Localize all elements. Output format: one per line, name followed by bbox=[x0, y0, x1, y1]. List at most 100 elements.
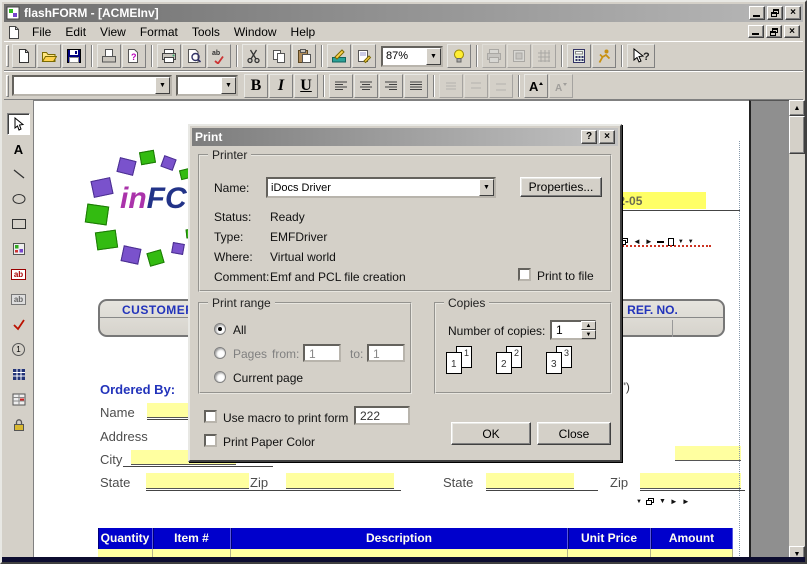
printer-name-label: Name: bbox=[214, 181, 249, 195]
paste-button[interactable] bbox=[292, 44, 316, 68]
col-item: Item # bbox=[153, 528, 231, 549]
printer-combobox[interactable]: iDocs Driver ▼ bbox=[266, 177, 496, 198]
use-macro-checkbox[interactable] bbox=[204, 410, 217, 423]
col-unit-price: Unit Price bbox=[568, 528, 651, 549]
print-preview-button[interactable] bbox=[182, 44, 206, 68]
context-help-button[interactable]: ? bbox=[627, 44, 655, 68]
calculator-button[interactable] bbox=[567, 44, 591, 68]
properties-button[interactable]: Properties... bbox=[520, 177, 602, 197]
form-design-button[interactable] bbox=[327, 44, 351, 68]
range-pages-radio[interactable] bbox=[214, 347, 226, 359]
font-combobox[interactable]: ▼ bbox=[12, 75, 172, 96]
zoom-combobox[interactable]: 87% ▼ bbox=[381, 46, 443, 67]
run-macro-button[interactable] bbox=[592, 44, 616, 68]
arrow-right-icon: ► bbox=[670, 497, 678, 506]
close-button-dialog[interactable]: Close bbox=[537, 422, 611, 445]
copy-button[interactable] bbox=[267, 44, 291, 68]
macro-number-field[interactable]: 222 bbox=[354, 406, 410, 425]
logo-text: inFC bbox=[120, 181, 187, 216]
bold-button[interactable]: B bbox=[244, 74, 268, 98]
menu-help[interactable]: Help bbox=[284, 23, 323, 41]
chevron-down-icon[interactable]: ▼ bbox=[426, 48, 441, 65]
tip-button[interactable] bbox=[447, 44, 471, 68]
vertical-scrollbar[interactable]: ▲ ▼ bbox=[789, 100, 805, 562]
select-tool[interactable] bbox=[7, 113, 30, 135]
image-tool[interactable] bbox=[7, 238, 30, 260]
increase-font-button[interactable]: A bbox=[524, 74, 548, 98]
zip-field[interactable] bbox=[286, 473, 394, 489]
print-paper-color-checkbox[interactable] bbox=[204, 434, 217, 447]
edit-form-button[interactable] bbox=[352, 44, 376, 68]
ellipse-tool[interactable] bbox=[7, 188, 30, 210]
state-field-right[interactable] bbox=[486, 473, 574, 489]
to-field[interactable]: 1 bbox=[367, 344, 405, 362]
minimize-button[interactable] bbox=[749, 6, 765, 20]
align-left-button[interactable] bbox=[329, 74, 353, 98]
print-to-file-checkbox[interactable] bbox=[518, 268, 531, 281]
font-size-combobox[interactable]: ▼ bbox=[176, 75, 238, 96]
state-field[interactable] bbox=[146, 473, 249, 489]
open-button[interactable] bbox=[37, 44, 61, 68]
comment-label: Comment: bbox=[214, 270, 269, 284]
italic-button[interactable]: I bbox=[269, 74, 293, 98]
toolbar-handle[interactable] bbox=[6, 75, 9, 97]
menu-format[interactable]: Format bbox=[133, 23, 185, 41]
table-tool[interactable] bbox=[7, 363, 30, 385]
checkbox-tool[interactable] bbox=[7, 313, 30, 335]
scroll-up-button[interactable]: ▲ bbox=[789, 100, 805, 116]
chevron-down-icon[interactable]: ▼ bbox=[155, 77, 170, 94]
from-field[interactable]: 1 bbox=[303, 344, 341, 362]
text-tool[interactable]: A bbox=[7, 138, 30, 160]
line-tool[interactable] bbox=[7, 163, 30, 185]
chevron-down-icon[interactable]: ▼ bbox=[479, 179, 494, 196]
child-minimize-button[interactable] bbox=[748, 25, 764, 38]
zip-field-right[interactable] bbox=[640, 473, 741, 489]
menu-window[interactable]: Window bbox=[227, 23, 284, 41]
menu-file[interactable]: File bbox=[25, 23, 58, 41]
range-all-radio[interactable] bbox=[214, 323, 226, 335]
align-justify-button[interactable] bbox=[404, 74, 428, 98]
minimize-icon bbox=[752, 33, 759, 35]
minimize-glyph-icon bbox=[657, 241, 664, 243]
label-field-tool[interactable]: ab bbox=[7, 288, 30, 310]
scroll-thumb[interactable] bbox=[789, 116, 805, 154]
new-button[interactable] bbox=[12, 44, 36, 68]
underline-button[interactable]: U bbox=[294, 74, 318, 98]
grid-button-disabled bbox=[532, 44, 556, 68]
save-button[interactable] bbox=[62, 44, 86, 68]
rectangle-tool[interactable] bbox=[7, 213, 30, 235]
dialog-help-button[interactable]: ? bbox=[581, 130, 597, 144]
child-close-button[interactable]: × bbox=[784, 25, 800, 38]
close-button[interactable]: × bbox=[785, 6, 801, 20]
text-field-tool[interactable]: ab bbox=[7, 263, 30, 285]
field-nav-icons[interactable]: ▼ ▼ ► ► bbox=[636, 497, 690, 506]
document-help-button[interactable]: ? bbox=[122, 44, 146, 68]
numbering-tool[interactable]: 1 bbox=[7, 338, 30, 360]
print-button[interactable] bbox=[157, 44, 181, 68]
align-center-button[interactable] bbox=[354, 74, 378, 98]
spellcheck-button[interactable]: ab bbox=[207, 44, 231, 68]
spin-up-button[interactable]: ▲ bbox=[581, 321, 596, 330]
ok-button[interactable]: OK bbox=[451, 422, 531, 445]
city-field-right[interactable] bbox=[675, 446, 741, 461]
grid-edit-tool[interactable] bbox=[7, 388, 30, 410]
lock-tool[interactable] bbox=[7, 413, 30, 435]
collate-pages-2: 2 2 bbox=[496, 346, 536, 382]
restore-button[interactable] bbox=[767, 6, 783, 20]
dialog-close-button[interactable]: × bbox=[599, 130, 615, 144]
chevron-down-icon[interactable]: ▼ bbox=[221, 77, 236, 94]
svg-text:A: A bbox=[529, 79, 539, 93]
range-current-radio[interactable] bbox=[214, 371, 226, 383]
toolbar-handle[interactable] bbox=[6, 45, 9, 67]
separator bbox=[236, 45, 238, 67]
menu-view[interactable]: View bbox=[93, 23, 133, 41]
document-icon[interactable] bbox=[7, 25, 21, 39]
cut-button[interactable] bbox=[242, 44, 266, 68]
child-restore-button[interactable] bbox=[766, 25, 782, 38]
red-dotted-rule bbox=[619, 245, 711, 247]
spin-down-button[interactable]: ▼ bbox=[581, 330, 596, 339]
menu-edit[interactable]: Edit bbox=[58, 23, 93, 41]
align-right-button[interactable] bbox=[379, 74, 403, 98]
menu-tools[interactable]: Tools bbox=[185, 23, 227, 41]
export-form-button[interactable] bbox=[97, 44, 121, 68]
